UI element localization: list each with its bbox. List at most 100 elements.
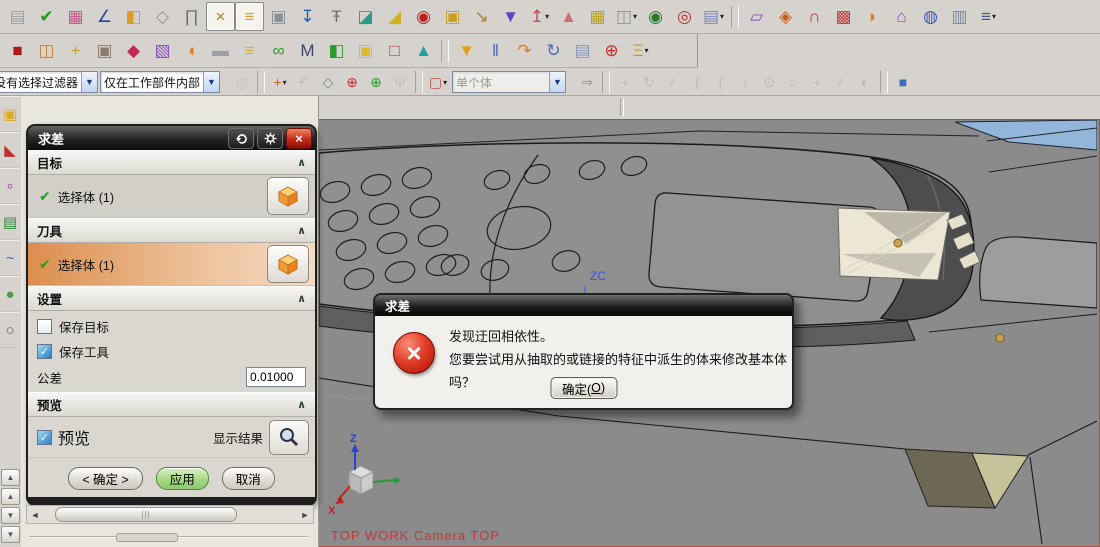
panel-horizontal-scrollbar[interactable]: ◄ ||| ►: [26, 505, 314, 524]
apply-button[interactable]: 应用: [155, 467, 209, 490]
wire-cube-icon[interactable]: ◇: [316, 70, 340, 94]
collapse-chevron-icon[interactable]: ∧: [297, 156, 306, 169]
grab-hand-icon[interactable]: Ψ: [388, 70, 412, 94]
reference-point[interactable]: [893, 238, 903, 248]
face-snap-icon[interactable]: ◐: [853, 70, 877, 94]
region-diamond-icon[interactable]: ◈: [771, 2, 800, 31]
midpoint-snap-icon[interactable]: ∕: [829, 70, 853, 94]
lifter-icon[interactable]: ↥ ▾: [525, 2, 554, 31]
save-target-row[interactable]: ✓ 保存目标: [28, 314, 315, 339]
dropdown-arrow-icon[interactable]: ▼: [81, 72, 97, 92]
save-tool-checkbox[interactable]: ✓: [37, 344, 52, 359]
mold-base-icon[interactable]: Ξ ▾: [626, 36, 655, 65]
ok-button[interactable]: < 确定 >: [68, 467, 143, 490]
pocket-frame-icon[interactable]: ▣: [90, 36, 119, 65]
slab-plate-icon[interactable]: ▬: [206, 36, 235, 65]
assembly-nav-icon[interactable]: ▣: [0, 96, 20, 132]
lifter-icon-dropdown[interactable]: ▾: [545, 12, 549, 21]
ghost-cube-icon[interactable]: □: [380, 36, 409, 65]
selection-scope-combo[interactable]: 仅在工作部件内部 ▼: [100, 71, 220, 93]
insert-stamp-icon[interactable]: ▲: [554, 2, 583, 31]
corner-cube-icon[interactable]: ◧: [119, 2, 148, 31]
pan-snap-icon[interactable]: +: [613, 70, 637, 94]
mold-insert-icon[interactable]: ⌂: [887, 2, 916, 31]
constraint-nav-icon[interactable]: ◣: [0, 132, 20, 168]
runner-arches-icon[interactable]: ∩: [800, 2, 829, 31]
locate-crosshair-icon[interactable]: ⊕: [597, 36, 626, 65]
center-snap-icon[interactable]: ⊙: [757, 70, 781, 94]
grid-table-icon[interactable]: ▦: [583, 2, 612, 31]
arc-snap-icon[interactable]: (: [709, 70, 733, 94]
marquee-select-icon[interactable]: ▢ ▾: [426, 70, 450, 94]
pattern-cube-icon[interactable]: ▧: [148, 36, 177, 65]
draft-wedge-icon[interactable]: ◢: [380, 2, 409, 31]
tools-icon[interactable]: ×: [206, 2, 235, 31]
scroll-left-icon[interactable]: ◄: [27, 507, 43, 522]
selection-type-combo[interactable]: 单个体 ▼: [452, 71, 566, 93]
cavity-pocket-icon[interactable]: ▼: [452, 36, 481, 65]
examine-geometry-icon[interactable]: ✔: [32, 2, 61, 31]
press-base-icon[interactable]: ▲: [409, 36, 438, 65]
form-window-icon-dropdown[interactable]: ▾: [633, 12, 637, 21]
collapse-chevron-icon[interactable]: ∧: [297, 398, 306, 411]
history-clock-icon[interactable]: ○: [0, 312, 20, 348]
bolt-icon[interactable]: ↧: [293, 2, 322, 31]
mold-base-icon-dropdown[interactable]: ▾: [645, 46, 649, 55]
side-plate[interactable]: [979, 236, 1097, 309]
csys-axes-icon[interactable]: ∠: [90, 2, 119, 31]
block-cube-icon[interactable]: ▣: [351, 36, 380, 65]
structure-tree-icon[interactable]: ≡ ▾: [974, 2, 1003, 31]
ejector-post-icon[interactable]: Ŧ: [322, 2, 351, 31]
checker-flag-icon[interactable]: ▩: [829, 2, 858, 31]
drill-tool-icon[interactable]: ▼: [496, 2, 525, 31]
bend-sheet-icon[interactable]: ◇: [148, 2, 177, 31]
marquee-select-icon-dropdown[interactable]: ▾: [443, 78, 447, 87]
copy-docs-icon[interactable]: ▥: [945, 2, 974, 31]
section-target[interactable]: 目标 ∧: [28, 150, 315, 175]
database-sync-icon[interactable]: ◎: [670, 2, 699, 31]
sketch-tool-icon[interactable]: ↘: [467, 2, 496, 31]
cancel-button[interactable]: 取消: [221, 467, 275, 490]
section-settings[interactable]: 设置 ∧: [28, 286, 315, 311]
close-icon[interactable]: ×: [286, 127, 312, 149]
profile-step-icon[interactable]: ∏: [177, 2, 206, 31]
show-result-button[interactable]: [269, 419, 309, 455]
point-constructor-icon-dropdown[interactable]: ▾: [283, 78, 287, 87]
subtract-dialog-titlebar[interactable]: 求差 ×: [28, 126, 315, 150]
pattern-layout-icon[interactable]: ▦: [61, 2, 90, 31]
orient-body-icon[interactable]: ↻: [539, 36, 568, 65]
new-part-icon[interactable]: ▤: [3, 2, 32, 31]
collapse-chevron-icon[interactable]: ∧: [297, 292, 306, 305]
preview-checkbox[interactable]: ✓: [37, 429, 52, 445]
parting-trapezoid-icon[interactable]: ▱: [742, 2, 771, 31]
filter-gears-icon[interactable]: ◎: [230, 70, 254, 94]
gear-icon[interactable]: [257, 127, 283, 149]
yoke-frame-icon[interactable]: ▣: [438, 2, 467, 31]
visibility-eye-icon[interactable]: ◉: [641, 2, 670, 31]
section-preview[interactable]: 预览 ∧: [28, 392, 315, 417]
workpiece-ball-icon[interactable]: ◍: [916, 2, 945, 31]
error-ok-button[interactable]: 确定(O): [549, 377, 618, 399]
dropdown-arrow-icon[interactable]: ▼: [549, 72, 565, 92]
scrollbar-thumb[interactable]: |||: [55, 507, 237, 522]
form-window-icon[interactable]: ◫ ▾: [612, 2, 641, 31]
rotate-snap-icon[interactable]: ↻: [637, 70, 661, 94]
collapse-chevron-icon[interactable]: ∧: [297, 224, 306, 237]
tolerance-input[interactable]: [246, 367, 306, 387]
reference-point[interactable]: [995, 333, 1005, 343]
pad-cross-icon[interactable]: +: [61, 36, 90, 65]
select-body-button[interactable]: [267, 177, 309, 215]
endpoint-snap-icon[interactable]: ↑: [733, 70, 757, 94]
sheet-swoosh-icon[interactable]: ◖: [177, 36, 206, 65]
scroll-right-icon[interactable]: ►: [297, 507, 313, 522]
scroll-up-icon[interactable]: ▲: [1, 488, 20, 505]
scroll-bottom-icon[interactable]: ▼: [1, 526, 20, 543]
compare-squares-icon[interactable]: ◧: [322, 36, 351, 65]
library-book-icon[interactable]: ▤: [0, 204, 20, 240]
point-constructor-icon[interactable]: + ▾: [268, 70, 292, 94]
rotate-point-red-icon[interactable]: ⊕: [340, 70, 364, 94]
target-select-row[interactable]: ✔ 选择体 (1): [28, 175, 315, 218]
panel-splitter-handle[interactable]: [116, 533, 178, 542]
scope-target-icon[interactable]: ◉: [409, 2, 438, 31]
structure-tree-icon-dropdown[interactable]: ▾: [992, 12, 996, 21]
